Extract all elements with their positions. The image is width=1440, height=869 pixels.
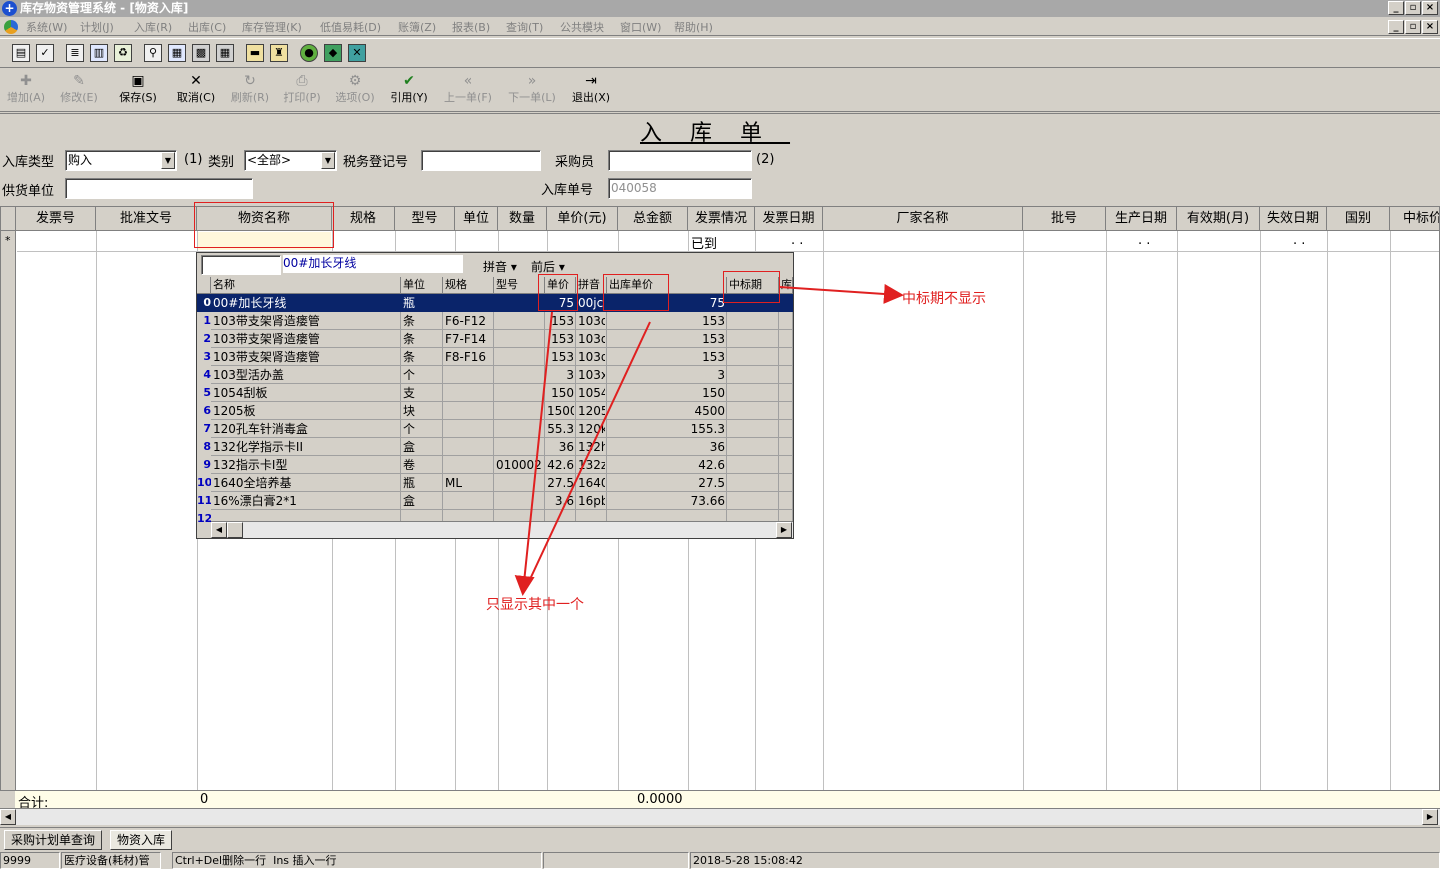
annotation-arrows: [514, 283, 904, 596]
status-bar: 9999 医疗设备(耗材)管 Ctrl+Del删除一行 Ins 插入一行 201…: [0, 852, 1440, 869]
annotation-no-bid-period: 中标期不显示: [902, 291, 986, 307]
annotation-show-one: 只显示其中一个: [486, 597, 584, 613]
tab-material-inbound[interactable]: 物资入库: [110, 830, 173, 850]
status-hint: Ctrl+Del删除一行 Ins 插入一行: [172, 852, 542, 869]
arrow-price: [514, 311, 553, 596]
status-user-code: 9999: [0, 852, 60, 869]
arrow-bid-period: [779, 283, 904, 304]
status-department: 医疗设备(耗材)管: [61, 852, 161, 869]
tab-purchase-plan-query[interactable]: 采购计划单查询: [4, 830, 103, 850]
status-datetime: 2018-5-28 15:08:42: [690, 852, 1440, 869]
arrow-out-price: [524, 321, 651, 591]
window-tabs: 采购计划单查询 物资入库: [0, 827, 1440, 851]
status-empty: [543, 852, 689, 869]
